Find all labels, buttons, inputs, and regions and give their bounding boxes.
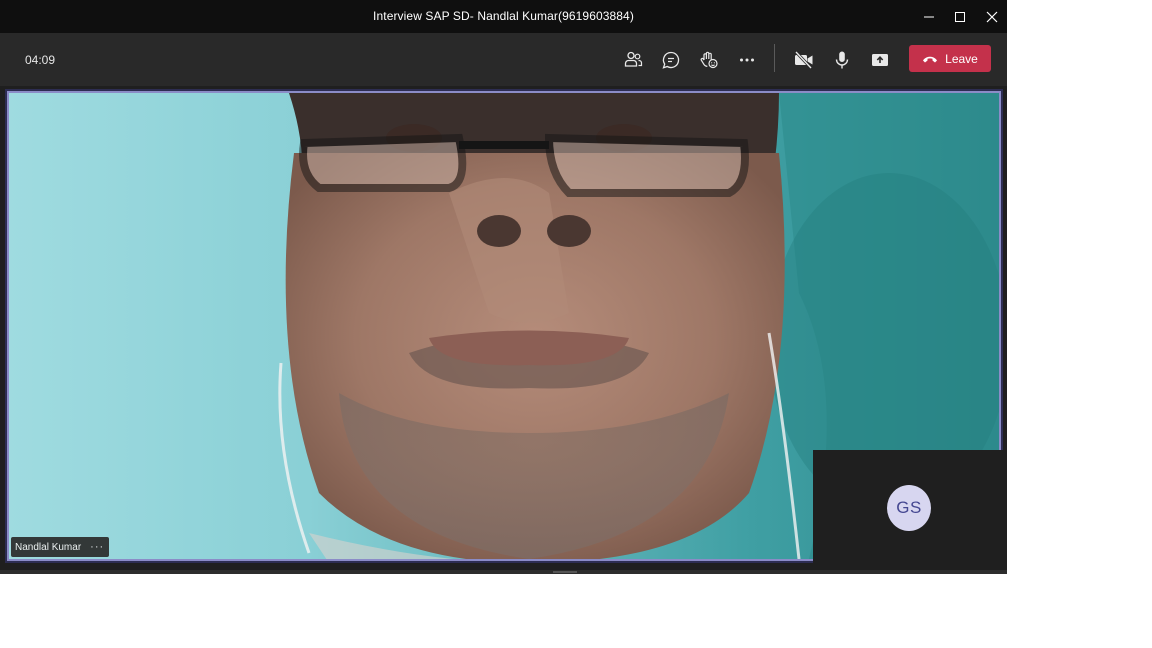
share-screen-icon [872, 54, 888, 66]
minimize-icon [923, 16, 934, 17]
self-view-tile[interactable]: GS [813, 450, 1006, 566]
teams-call-window: Interview SAP SD- Nandlal Kumar(96196038… [0, 0, 1007, 574]
window-bottom-edge [0, 570, 1007, 574]
meeting-toolbar: 04:09 Leave [0, 33, 1007, 86]
minimize-button[interactable] [913, 0, 944, 33]
microphone-icon [835, 51, 849, 69]
chat-icon [662, 51, 680, 69]
share-screen-button[interactable] [865, 46, 895, 74]
call-timer: 04:09 [25, 53, 56, 67]
avatar: GS [887, 485, 931, 531]
close-button[interactable] [976, 0, 1007, 33]
microphone-button[interactable] [827, 46, 857, 74]
maximize-button[interactable] [944, 0, 975, 33]
toolbar-divider [774, 44, 775, 72]
chat-button[interactable] [656, 46, 686, 74]
raise-hand-icon [700, 51, 718, 69]
participant-name-tag[interactable]: Nandlal Kumar ··· [11, 537, 110, 557]
close-icon [986, 11, 997, 22]
leave-label: Leave [945, 51, 978, 66]
participants-button[interactable] [618, 46, 648, 74]
camera-off-icon [794, 50, 813, 70]
leave-button[interactable]: Leave [909, 45, 991, 72]
camera-toggle-button[interactable] [789, 46, 819, 74]
video-stage: Nandlal Kumar ··· GS [0, 86, 1007, 570]
resize-grip[interactable] [553, 571, 577, 573]
more-options-icon [740, 58, 754, 62]
more-options-button[interactable] [732, 46, 762, 74]
title-bar: Interview SAP SD- Nandlal Kumar(96196038… [0, 0, 1007, 33]
participant-name: Nandlal Kumar [15, 541, 82, 553]
participant-more-icon[interactable]: ··· [90, 541, 104, 553]
maximize-icon [954, 11, 965, 22]
window-title: Interview SAP SD- Nandlal Kumar(96196038… [373, 9, 634, 23]
raise-hand-button[interactable] [694, 46, 724, 74]
hang-up-icon [923, 56, 938, 62]
people-icon [624, 51, 643, 67]
